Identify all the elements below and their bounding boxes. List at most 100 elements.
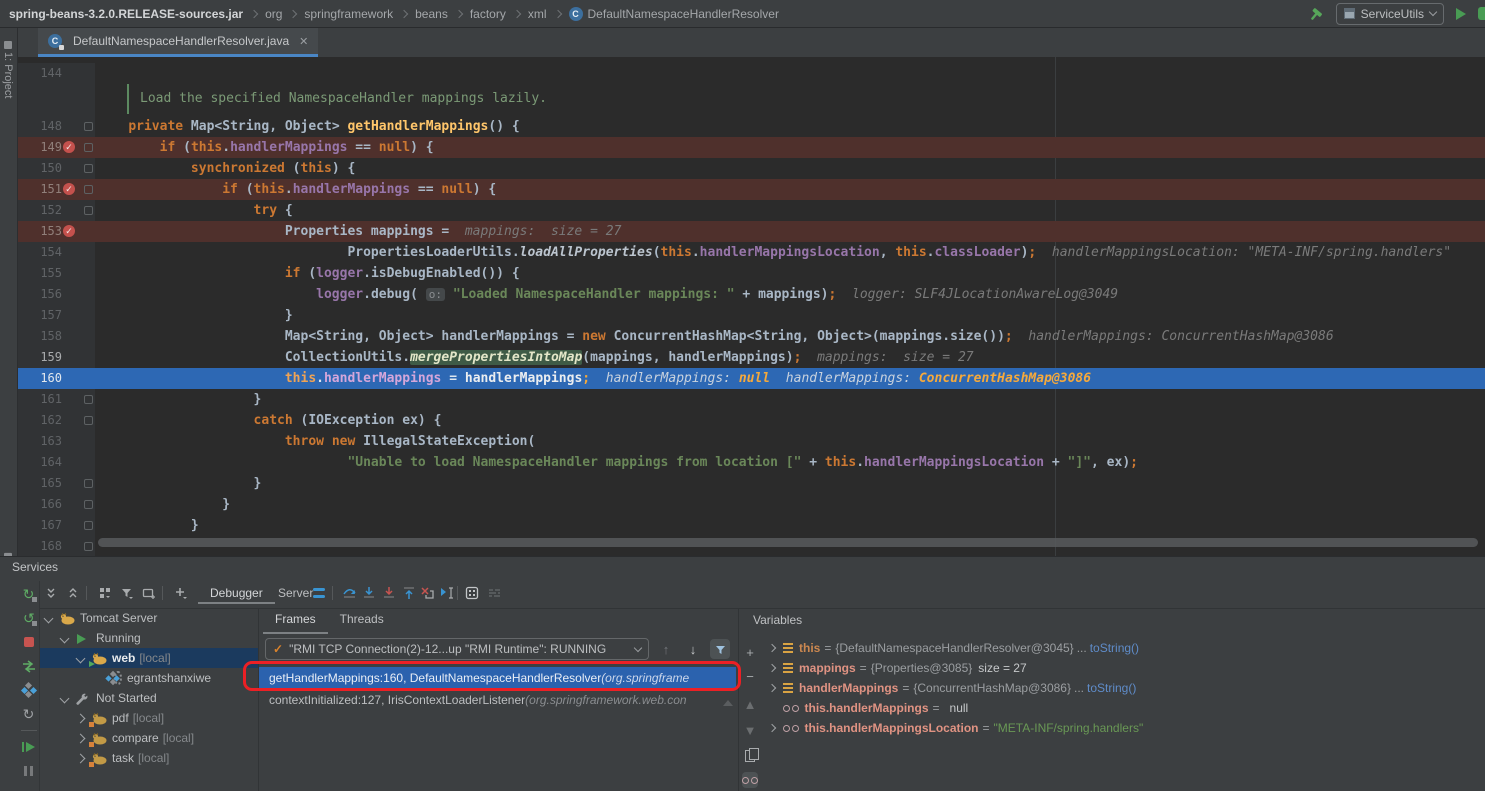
add-watch-icon[interactable]: + (742, 644, 758, 660)
line-number[interactable]: 162 (18, 410, 62, 431)
fold-marker[interactable] (84, 521, 93, 530)
breadcrumb-class[interactable]: DefaultNamespaceHandlerResolver (588, 7, 779, 21)
code-line[interactable]: 159 CollectionUtils.mergePropertiesIntoM… (18, 347, 1485, 368)
fold-marker[interactable] (84, 395, 93, 404)
chevron-down-icon[interactable] (60, 633, 70, 643)
rerun-icon[interactable]: ↻ (21, 586, 37, 602)
tab-frames[interactable]: Frames (263, 608, 328, 634)
line-number[interactable]: 160 (18, 368, 62, 389)
variable-row[interactable]: mappings={Properties@3085}size = 27 (765, 658, 1485, 678)
gutter[interactable]: 168 (18, 536, 95, 556)
chevron-down-icon[interactable] (44, 613, 54, 623)
move-watch-down-icon[interactable]: ▼ (742, 722, 758, 738)
chevron-right-icon[interactable] (768, 724, 776, 732)
services-config-icon[interactable] (21, 682, 37, 698)
line-number[interactable]: 152 (18, 200, 62, 221)
gutter[interactable]: 154 (18, 242, 95, 263)
code-line[interactable]: 166 } (18, 494, 1485, 515)
breadcrumb-item[interactable]: xml (528, 7, 547, 21)
frame-row[interactable]: contextInitialized:127, IrisContextLoade… (259, 689, 736, 711)
code-line[interactable]: 160 this.handlerMappings = handlerMappin… (18, 368, 1485, 389)
code-line[interactable]: 165 } (18, 473, 1485, 494)
line-number[interactable]: 151 (18, 179, 62, 200)
build-hammer-icon[interactable] (1308, 6, 1324, 22)
tree-item-not-started[interactable]: Not Started (40, 688, 258, 708)
gutter[interactable]: 152 (18, 200, 95, 221)
fold-marker[interactable] (84, 542, 93, 551)
variable-row[interactable]: this={DefaultNamespaceHandlerResolver@30… (765, 638, 1485, 658)
code-line[interactable]: 161 } (18, 389, 1485, 410)
line-number[interactable]: 168 (18, 536, 62, 556)
line-number[interactable]: 164 (18, 452, 62, 473)
update-application-icon[interactable] (21, 658, 37, 674)
watch-row[interactable]: this.handlerMappings=null (765, 698, 1485, 718)
chevron-right-icon[interactable] (768, 644, 776, 652)
line-number[interactable]: 154 (18, 242, 62, 263)
tree-item-tomcat-server[interactable]: Tomcat Server (40, 608, 258, 628)
move-watch-up-icon[interactable]: ▲ (742, 696, 758, 712)
gutter[interactable]: 163 (18, 431, 95, 452)
filter-icon[interactable] (118, 584, 136, 602)
watch-row[interactable]: this.handlerMappingsLocation="META-INF/s… (765, 718, 1485, 738)
chevron-down-icon[interactable] (60, 693, 70, 703)
remove-watch-icon[interactable]: − (742, 668, 758, 684)
step-out-icon[interactable] (400, 584, 418, 602)
gutter[interactable]: 150 (18, 158, 95, 179)
fold-marker[interactable] (84, 164, 93, 173)
copy-icon[interactable] (742, 748, 758, 764)
chevron-right-icon[interactable] (76, 753, 86, 763)
code-line[interactable]: 158 Map<String, Object> handlerMappings … (18, 326, 1485, 347)
stop-icon[interactable] (21, 634, 37, 650)
tree-item-running[interactable]: Running (40, 628, 258, 648)
tree-item-pdf[interactable]: pdf[local] (40, 708, 258, 728)
code-line[interactable]: 150 synchronized (this) { (18, 158, 1485, 179)
run-to-cursor-icon[interactable] (437, 584, 455, 602)
next-frame-button[interactable]: ↓ (683, 639, 703, 659)
thread-dropdown[interactable]: ✓ "RMI TCP Connection(2)-12...up "RMI Ru… (265, 638, 649, 660)
chevron-down-icon[interactable] (76, 653, 86, 663)
step-over-icon[interactable] (340, 584, 358, 602)
gutter[interactable]: 149✓ (18, 137, 95, 158)
breakpoint-icon[interactable]: ✓ (63, 183, 75, 195)
breadcrumb-jar[interactable]: spring-beans-3.2.0.RELEASE-sources.jar (9, 7, 243, 21)
line-number[interactable]: 159 (18, 347, 62, 368)
tree-item-web[interactable]: web[local] (40, 648, 258, 668)
breadcrumb-item[interactable]: beans (415, 7, 448, 21)
tree-item-task[interactable]: task[local] (40, 748, 258, 768)
horizontal-scrollbar[interactable] (98, 538, 1478, 547)
show-execution-point-icon[interactable] (310, 584, 328, 602)
code-line[interactable]: 152 try { (18, 200, 1485, 221)
tree-item-compare[interactable]: compare[local] (40, 728, 258, 748)
line-number[interactable]: 149 (18, 137, 62, 158)
gutter[interactable]: 167 (18, 515, 95, 536)
breadcrumb-item[interactable]: springframework (304, 7, 393, 21)
line-number[interactable]: 150 (18, 158, 62, 179)
chevron-right-icon[interactable] (76, 733, 86, 743)
force-step-into-icon[interactable] (380, 584, 398, 602)
pause-icon[interactable] (21, 763, 37, 779)
line-number[interactable]: 163 (18, 431, 62, 452)
doc-comment-line[interactable]: Load the specified NamespaceHandler mapp… (18, 84, 1485, 116)
gutter[interactable]: 159 (18, 347, 95, 368)
code-line[interactable]: 167 } (18, 515, 1485, 536)
drop-frame-icon[interactable] (418, 584, 436, 602)
breadcrumb-item[interactable]: factory (470, 7, 506, 21)
breakpoint-icon[interactable]: ✓ (63, 141, 75, 153)
code-line[interactable]: 163 throw new IllegalStateException( (18, 431, 1485, 452)
layout-settings-icon[interactable] (485, 584, 503, 602)
code-line[interactable]: 149✓ if (this.handlerMappings == null) { (18, 137, 1485, 158)
line-number[interactable]: 165 (18, 473, 62, 494)
fold-marker[interactable] (84, 206, 93, 215)
collapse-all-icon[interactable] (64, 584, 82, 602)
line-number[interactable]: 167 (18, 515, 62, 536)
line-number[interactable]: 166 (18, 494, 62, 515)
code-line[interactable]: 144 (18, 63, 1485, 84)
breakpoint-icon[interactable]: ✓ (63, 225, 75, 237)
tab-debugger[interactable]: Debugger (198, 583, 275, 604)
chevron-right-icon[interactable] (768, 684, 776, 692)
fold-marker[interactable] (84, 416, 93, 425)
tool-window-project[interactable]: 1: Project (2, 38, 14, 98)
gutter[interactable]: 151✓ (18, 179, 95, 200)
line-number[interactable]: 156 (18, 284, 62, 305)
gutter[interactable]: 160 (18, 368, 95, 389)
